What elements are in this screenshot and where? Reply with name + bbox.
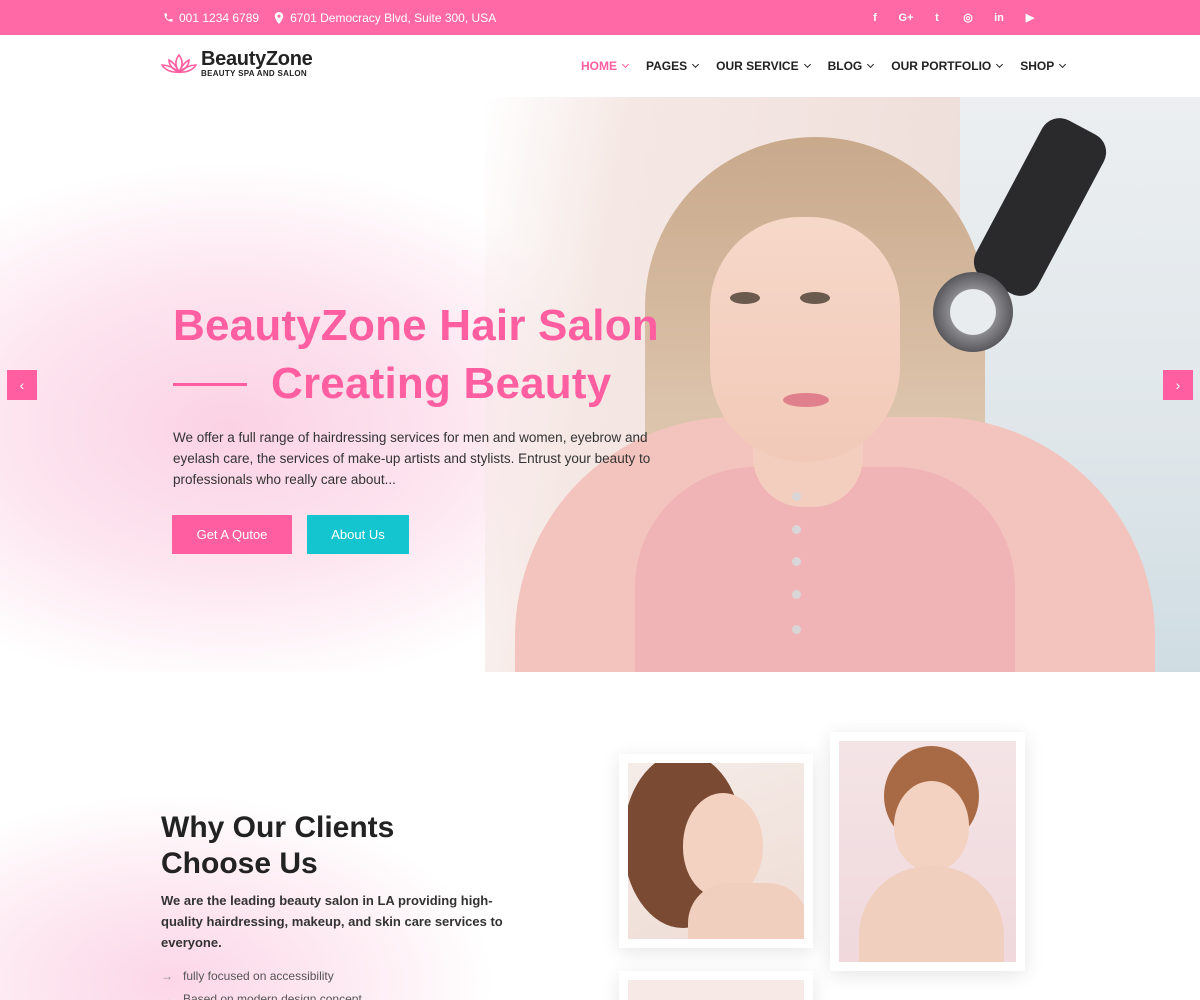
hero-title: BeautyZone Hair Salon Creating Beauty (173, 297, 659, 413)
slider-prev-button[interactable]: ‹ (7, 370, 37, 400)
phone-item: 001 1234 6789 (162, 11, 259, 25)
hero-description: We offer a full range of hairdressing se… (173, 430, 651, 487)
hero-title-line2-wrap: Creating Beauty (173, 355, 659, 413)
chevron-left-icon: ‹ (19, 377, 25, 393)
nav-home[interactable]: HOME (581, 59, 630, 73)
get-a-quote-button[interactable]: Get A Qutoe (172, 515, 292, 554)
lotus-logo-icon (161, 53, 197, 74)
address-item: 6701 Democracy Blvd, Suite 300, USA (273, 11, 496, 25)
top-bar: 001 1234 6789 6701 Democracy Blvd, Suite… (0, 0, 1200, 35)
about-us-button[interactable]: About Us (307, 515, 409, 554)
chevron-down-icon (867, 60, 875, 69)
chevron-down-icon (803, 60, 811, 69)
chevron-down-icon (1059, 60, 1067, 69)
why-choose-us-section: Why Our Clients Choose Us We are the lea… (0, 672, 1200, 1000)
arrow-right-icon: → (161, 969, 173, 983)
section-heading-line2: Choose Us (161, 847, 318, 880)
nav-blog-label: BLOG (827, 59, 863, 73)
linkedin-icon[interactable]: in (992, 11, 1006, 25)
nav-our-service[interactable]: OUR SERVICE (716, 59, 811, 73)
nav-blog[interactable]: BLOG (827, 59, 875, 73)
logo[interactable]: BeautyZone BEAUTY SPA AND SALON (161, 48, 313, 79)
section-heading-line1: Why Our Clients (161, 811, 395, 844)
nav-shop-label: SHOP (1020, 59, 1055, 73)
nav-our-service-label: OUR SERVICE (716, 59, 799, 73)
nav-home-label: HOME (581, 59, 617, 73)
feature-item: → fully focused on accessibility (161, 969, 334, 983)
brand-name: BeautyZone (201, 48, 313, 70)
gallery-image-hairstyle (830, 732, 1025, 971)
contact-info: 001 1234 6789 6701 Democracy Blvd, Suite… (162, 0, 496, 35)
section-heading: Why Our Clients Choose Us (161, 810, 394, 882)
google-plus-icon[interactable]: G+ (899, 11, 914, 25)
map-pin-icon (273, 11, 285, 24)
youtube-icon[interactable]: ▶ (1023, 11, 1037, 25)
feature-item: → Based on modern design concept (161, 992, 362, 1000)
slider-next-button[interactable]: › (1163, 370, 1193, 400)
site-header: BeautyZone BEAUTY SPA AND SALON HOME PAG… (0, 35, 1200, 97)
gallery-image-third (619, 971, 813, 1000)
nav-pages[interactable]: PAGES (646, 59, 700, 73)
hero-title-line1: BeautyZone Hair Salon (173, 301, 659, 350)
title-dash (173, 382, 247, 386)
instagram-icon[interactable]: ◎ (961, 11, 975, 25)
phone-icon (162, 12, 174, 23)
brand-tagline: BEAUTY SPA AND SALON (201, 69, 308, 78)
twitter-icon[interactable]: t (930, 11, 944, 25)
nav-pages-label: PAGES (646, 59, 688, 73)
hero-slider: BeautyZone Hair Salon Creating Beauty We… (0, 97, 1200, 672)
facebook-icon[interactable]: f (868, 11, 882, 25)
social-links: f G+ t ◎ in ▶ (868, 0, 1037, 35)
address-text: 6701 Democracy Blvd, Suite 300, USA (290, 10, 497, 25)
chevron-down-icon (996, 60, 1004, 69)
chevron-down-icon (621, 60, 630, 69)
hero-title-line2: Creating Beauty (271, 359, 612, 408)
nav-shop[interactable]: SHOP (1020, 59, 1067, 73)
arrow-right-icon: → (161, 992, 173, 1000)
nav-our-portfolio[interactable]: OUR PORTFOLIO (891, 59, 1004, 73)
nav-our-portfolio-label: OUR PORTFOLIO (891, 59, 992, 73)
chevron-down-icon (692, 60, 700, 69)
section-lead: We are the leading beauty salon in LA pr… (161, 893, 503, 950)
logo-text: BeautyZone BEAUTY SPA AND SALON (201, 48, 313, 79)
feature-text: Based on modern design concept (183, 992, 362, 1000)
phone-text: 001 1234 6789 (179, 10, 260, 25)
chevron-right-icon: › (1175, 377, 1181, 393)
main-nav: HOME PAGES OUR SERVICE BLOG OUR PORTFOLI… (581, 35, 1067, 97)
gallery-image-bride (619, 754, 813, 948)
feature-text: fully focused on accessibility (183, 969, 334, 983)
